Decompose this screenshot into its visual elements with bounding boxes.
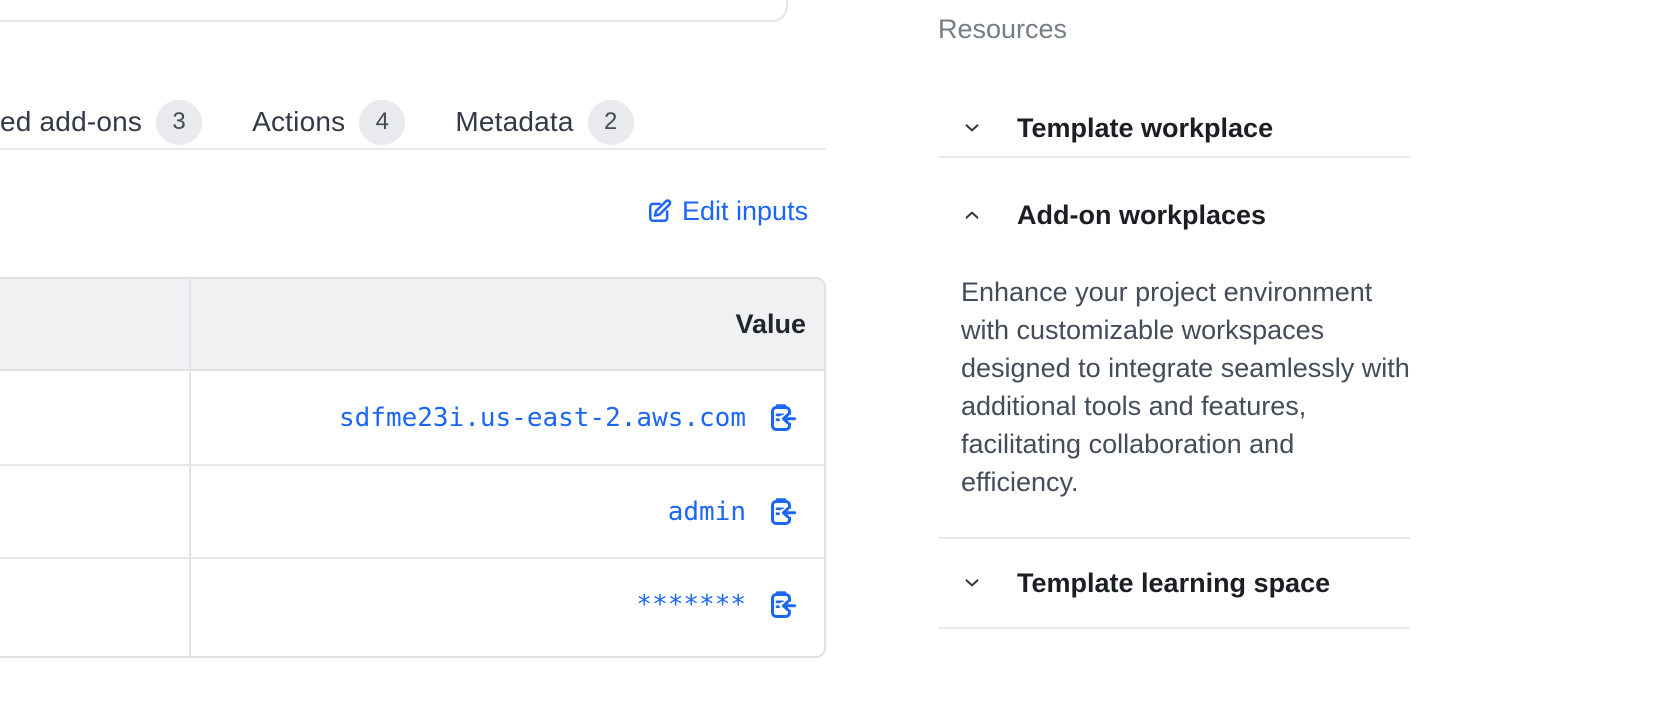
tab-count-badge: 3 bbox=[156, 100, 202, 145]
page: ed add-ons 3 Actions 4 Metadata 2 Edit i… bbox=[0, 0, 1672, 728]
input-value: admin bbox=[668, 497, 746, 527]
copy-to-clipboard-icon[interactable] bbox=[766, 403, 796, 433]
accordion-title: Add-on workplaces bbox=[1017, 200, 1266, 231]
edit-inputs-button[interactable]: Edit inputs bbox=[644, 196, 808, 227]
accordion-description: Enhance your project environment with cu… bbox=[961, 273, 1416, 537]
inputs-table: Value sdfme23i.us-east-2.aws.com admin bbox=[0, 277, 826, 658]
accordion-add-on-workplaces[interactable]: Add-on workplaces bbox=[938, 158, 1410, 229]
tab-actions[interactable]: Actions 4 bbox=[252, 100, 405, 145]
accordion-template-learning-space[interactable]: Template learning space bbox=[938, 539, 1410, 627]
resources-panel: Resources Template workplace Add-on work… bbox=[938, 0, 1410, 629]
table-column-divider bbox=[189, 279, 191, 656]
accordion-template-workplace[interactable]: Template workplace bbox=[938, 100, 1410, 156]
card-above-cutoff bbox=[0, 0, 788, 22]
chevron-down-icon bbox=[962, 573, 982, 593]
copy-to-clipboard-icon[interactable] bbox=[766, 497, 796, 527]
table-header-row: Value bbox=[0, 279, 824, 371]
edit-pencil-icon bbox=[644, 197, 674, 227]
addon-tabs: ed add-ons 3 Actions 4 Metadata 2 bbox=[0, 96, 826, 150]
copy-to-clipboard-icon[interactable] bbox=[766, 590, 796, 620]
table-row: sdfme23i.us-east-2.aws.com bbox=[0, 371, 824, 464]
edit-inputs-label: Edit inputs bbox=[682, 196, 808, 227]
chevron-down-icon bbox=[962, 118, 982, 138]
tab-label: Actions bbox=[252, 106, 345, 138]
value-column-header: Value bbox=[735, 309, 806, 340]
tab-installed-add-ons[interactable]: ed add-ons 3 bbox=[0, 100, 202, 145]
chevron-up-icon bbox=[962, 205, 982, 225]
divider bbox=[938, 627, 1410, 629]
accordion-title: Template learning space bbox=[1017, 568, 1330, 599]
table-row: ******* bbox=[0, 557, 824, 650]
resources-heading: Resources bbox=[938, 14, 1410, 45]
input-value-masked: ******* bbox=[636, 590, 746, 620]
tab-count-badge: 2 bbox=[588, 100, 634, 145]
accordion-title: Template workplace bbox=[1017, 113, 1273, 144]
tab-label: ed add-ons bbox=[0, 106, 142, 138]
tab-count-badge: 4 bbox=[359, 100, 405, 145]
input-value: sdfme23i.us-east-2.aws.com bbox=[339, 403, 746, 433]
tab-label: Metadata bbox=[455, 106, 573, 138]
table-row: admin bbox=[0, 464, 824, 557]
tab-metadata[interactable]: Metadata 2 bbox=[455, 100, 633, 145]
